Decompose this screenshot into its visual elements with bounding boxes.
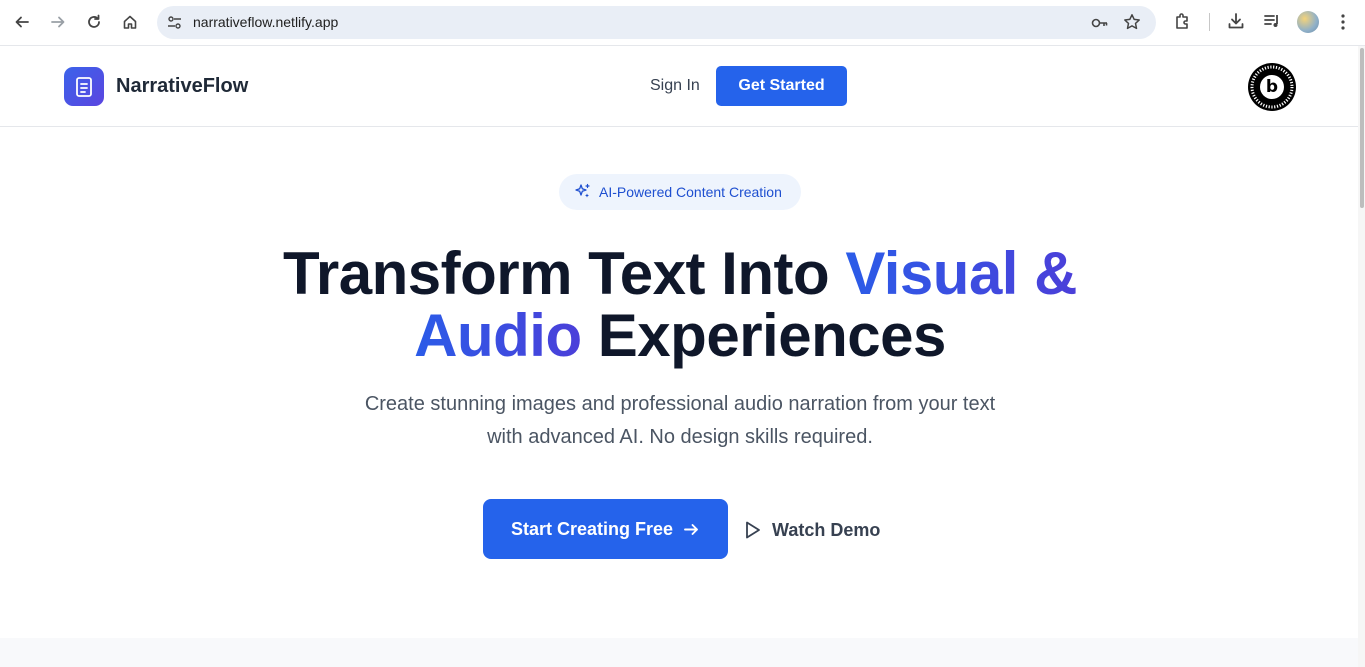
title-part-2: Experiences [581,302,947,369]
toolbar-divider [1209,13,1210,31]
hero-title: Transform Text Into Visual & Audio Exper… [180,243,1180,367]
forward-icon [51,16,65,28]
site-header: NarrativeFlow Sign In Get Started b [0,46,1358,127]
browser-toolbar: narrativeflow.netlify.app [0,0,1365,46]
scrollbar-thumb[interactable] [1360,48,1364,208]
title-highlight-1: Visual & [845,240,1077,307]
brand-name[interactable]: NarrativeFlow [116,75,248,98]
site-info-icon[interactable] [166,14,183,31]
bolt-badge[interactable]: b [1248,63,1296,111]
pill-label: AI-Powered Content Creation [599,184,782,200]
badge-ring-icon [1250,65,1294,109]
menu-icon[interactable] [1336,12,1350,32]
profile-avatar[interactable] [1297,11,1319,33]
sign-in-link[interactable]: Sign In [650,77,700,95]
reload-icon [88,14,100,28]
document-icon [76,76,92,97]
arrow-right-icon [684,523,698,535]
next-section [0,638,1358,667]
media-icon[interactable] [1262,11,1282,31]
subtitle-line-1: Create stunning images and professional … [364,393,996,415]
get-started-button[interactable]: Get Started [716,66,847,106]
start-creating-button[interactable]: Start Creating Free [483,499,728,559]
watch-demo-button[interactable]: Watch Demo [744,516,880,544]
address-bar[interactable]: narrativeflow.netlify.app [157,6,1156,39]
key-icon[interactable] [1091,14,1109,32]
subtitle-line-2: with advanced AI. No design skills requi… [487,426,873,448]
forward-button[interactable] [45,9,71,35]
url-text[interactable]: narrativeflow.netlify.app [193,14,338,30]
start-creating-label: Start Creating Free [510,518,674,539]
reload-button[interactable] [81,9,107,35]
title-highlight-2: Audio [414,302,582,369]
star-icon[interactable] [1123,13,1141,31]
hero-subtitle: Create stunning images and professional … [330,388,1030,454]
logo[interactable] [64,67,104,106]
watch-demo-label: Watch Demo [772,519,881,540]
back-button[interactable] [9,9,35,35]
feature-pill: AI-Powered Content Creation [559,174,801,210]
extensions-icon[interactable] [1173,11,1193,31]
back-icon [15,16,29,28]
home-icon [123,15,137,29]
play-icon [746,521,760,539]
download-icon[interactable] [1226,11,1246,31]
sparkles-icon [575,183,590,198]
title-part-1: Transform Text Into [283,240,846,307]
home-button[interactable] [117,9,143,35]
